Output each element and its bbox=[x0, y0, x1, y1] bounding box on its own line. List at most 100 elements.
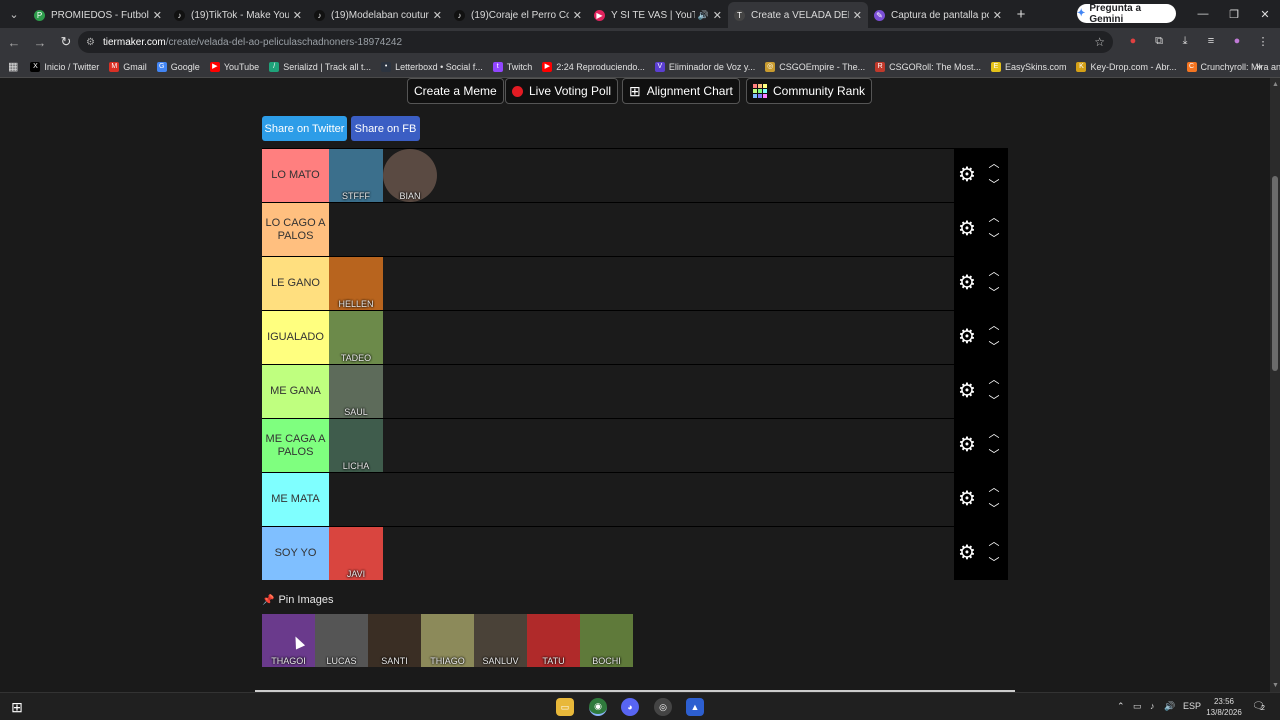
discord-icon[interactable]: ◕ bbox=[621, 698, 639, 716]
tier-items[interactable]: HELLEN bbox=[329, 257, 383, 310]
volume-icon[interactable]: 🔊 bbox=[1164, 701, 1175, 712]
system-clock[interactable]: 23:56 13/8/2026 bbox=[1205, 696, 1243, 718]
download-icon[interactable]: ⤓ bbox=[1177, 33, 1193, 49]
share-twitter-button[interactable]: Share on Twitter bbox=[262, 116, 347, 141]
windows-start-icon[interactable]: ⊞ bbox=[8, 698, 26, 716]
close-window-button[interactable]: ✕ bbox=[1250, 0, 1280, 28]
tier-label[interactable]: LO MATO bbox=[262, 149, 329, 202]
bookmark-item[interactable]: K Key-Drop.com - Abr... bbox=[1076, 61, 1177, 72]
bookmark-star-icon[interactable]: ☆ bbox=[1094, 35, 1105, 49]
bookmark-item[interactable]: ▶ 2:24 Reproduciendo... bbox=[542, 61, 645, 72]
tab-close-icon[interactable]: ✕ bbox=[853, 9, 862, 22]
tier-image[interactable]: HELLEN bbox=[329, 257, 383, 310]
menu-dots-icon[interactable]: ⋮ bbox=[1255, 33, 1271, 49]
tier-image[interactable]: SAUL bbox=[329, 365, 383, 418]
move-down-icon[interactable]: ﹀ bbox=[986, 287, 1002, 299]
tab-close-icon[interactable]: ✕ bbox=[573, 9, 582, 22]
forward-arrow-icon[interactable]: → bbox=[28, 30, 52, 54]
bookmark-item[interactable]: R CSGORoll: The Most... bbox=[875, 61, 981, 72]
move-down-icon[interactable]: ﹀ bbox=[986, 503, 1002, 515]
gear-icon[interactable]: ⚙ bbox=[958, 165, 978, 185]
pool-image[interactable]: BOCHI bbox=[580, 614, 633, 667]
obs-icon[interactable]: ◎ bbox=[654, 698, 672, 716]
tray-chevron-icon[interactable]: ⌃ bbox=[1117, 701, 1125, 712]
browser-tab[interactable]: P PROMIEDOS - Futbol Argentino ✕ bbox=[28, 2, 168, 28]
move-up-icon[interactable]: ︿ bbox=[986, 374, 1002, 386]
profile-avatar-icon[interactable]: ● bbox=[1229, 33, 1245, 49]
pin-images-toggle[interactable]: 📌 Pin Images bbox=[262, 594, 333, 606]
gear-icon[interactable]: ⚙ bbox=[958, 273, 978, 293]
reload-icon[interactable]: ↻ bbox=[54, 30, 78, 54]
tier-label[interactable]: ME CAGA A PALOS bbox=[262, 419, 329, 472]
extension-shield-icon[interactable]: ● bbox=[1125, 33, 1141, 49]
bookmark-item[interactable]: ◎ CSGOEmpire - The... bbox=[765, 61, 865, 72]
pool-image[interactable]: SANTI bbox=[368, 614, 421, 667]
tier-label[interactable]: ME MATA bbox=[262, 473, 329, 526]
pool-image[interactable]: THAGOI bbox=[262, 614, 315, 667]
gear-icon[interactable]: ⚙ bbox=[958, 543, 978, 563]
bookmark-item[interactable]: M Gmail bbox=[109, 61, 147, 72]
move-down-icon[interactable]: ﹀ bbox=[986, 557, 1002, 569]
bookmark-item[interactable]: ▶ YouTube bbox=[209, 61, 259, 72]
tier-label[interactable]: LO CAGO A PALOS bbox=[262, 203, 329, 256]
apps-grid-icon[interactable]: ▦ bbox=[8, 60, 18, 73]
alignment-chart-button[interactable]: ⊞ Alignment Chart bbox=[622, 78, 740, 104]
tier-items[interactable]: STFFF BIAN bbox=[329, 149, 437, 202]
browser-tab[interactable]: ✎ Captura de pantalla por Lens ✕ bbox=[868, 2, 1008, 28]
tier-image[interactable]: BIAN bbox=[383, 149, 437, 202]
bookmark-item[interactable]: / Serializd | Track all t... bbox=[269, 61, 371, 72]
tab-close-icon[interactable]: ✕ bbox=[993, 9, 1002, 22]
browser-tab[interactable]: ▶ Y SI TE VAS | YouTube Music🔊 ✕ bbox=[588, 2, 728, 28]
pool-image[interactable]: SANLUV bbox=[474, 614, 527, 667]
site-info-icon[interactable]: ⚙ bbox=[86, 37, 95, 48]
move-up-icon[interactable]: ︿ bbox=[986, 266, 1002, 278]
gear-icon[interactable]: ⚙ bbox=[958, 219, 978, 239]
move-up-icon[interactable]: ︿ bbox=[986, 212, 1002, 224]
page-scrollbar[interactable]: ▲ ▼ bbox=[1270, 78, 1280, 692]
tier-items[interactable]: JAVI bbox=[329, 527, 383, 580]
tab-close-icon[interactable]: ✕ bbox=[153, 9, 162, 22]
gemini-button[interactable]: ✦ Pregunta a Gemini bbox=[1077, 3, 1176, 25]
media-control-icon[interactable]: ≡ bbox=[1203, 33, 1219, 49]
extensions-puzzle-icon[interactable]: ⧉ bbox=[1151, 33, 1167, 49]
app-icon[interactable]: ▲ bbox=[686, 698, 704, 716]
tab-close-icon[interactable]: ✕ bbox=[713, 9, 722, 22]
browser-tab[interactable]: ♪ (19)Modelaban couture m ✕ bbox=[308, 2, 448, 28]
move-up-icon[interactable]: ︿ bbox=[986, 158, 1002, 170]
move-up-icon[interactable]: ︿ bbox=[986, 536, 1002, 548]
gear-icon[interactable]: ⚙ bbox=[958, 435, 978, 455]
scrollbar-thumb[interactable] bbox=[1272, 176, 1278, 371]
tray-display-icon[interactable]: ▭ bbox=[1133, 701, 1142, 712]
address-bar[interactable]: ⚙ tiermaker.com/create/velada-del-ao-pel… bbox=[78, 31, 1113, 53]
move-up-icon[interactable]: ︿ bbox=[986, 428, 1002, 440]
gear-icon[interactable]: ⚙ bbox=[958, 381, 978, 401]
tier-label[interactable]: ME GANA bbox=[262, 365, 329, 418]
tab-search-chevron-icon[interactable]: ⌄ bbox=[0, 0, 28, 28]
browser-tab[interactable]: ♪ (19)TikTok - Make Your Day ✕ bbox=[168, 2, 308, 28]
share-fb-button[interactable]: Share on FB bbox=[351, 116, 420, 141]
tier-items[interactable]: SAUL bbox=[329, 365, 383, 418]
pool-image[interactable]: TATU bbox=[527, 614, 580, 667]
live-voting-button[interactable]: Live Voting Poll bbox=[505, 78, 619, 104]
create-meme-button[interactable]: Create a Meme bbox=[407, 78, 504, 104]
bookmark-item[interactable]: E EasySkins.com bbox=[990, 61, 1066, 72]
tab-audio-icon[interactable]: 🔊 bbox=[698, 10, 709, 21]
tab-close-icon[interactable]: ✕ bbox=[293, 9, 302, 22]
more-bookmarks-icon[interactable]: » bbox=[1256, 61, 1262, 73]
tier-image[interactable]: JAVI bbox=[329, 527, 383, 580]
move-down-icon[interactable]: ﹀ bbox=[986, 179, 1002, 191]
microphone-icon[interactable]: ♪ bbox=[1150, 701, 1155, 711]
new-tab-button[interactable]: + bbox=[1008, 6, 1034, 23]
browser-tab[interactable]: ♪ (19)Coraje el Perro Cobarde ✕ bbox=[448, 2, 588, 28]
pool-image[interactable]: THIAGO bbox=[421, 614, 474, 667]
gear-icon[interactable]: ⚙ bbox=[958, 327, 978, 347]
tier-label[interactable]: IGUALADO bbox=[262, 311, 329, 364]
move-down-icon[interactable]: ﹀ bbox=[986, 395, 1002, 407]
tier-image[interactable]: TADEO bbox=[329, 311, 383, 364]
tier-label[interactable]: SOY YO bbox=[262, 527, 329, 580]
restore-button[interactable]: ❐ bbox=[1219, 0, 1249, 28]
move-up-icon[interactable]: ︿ bbox=[986, 482, 1002, 494]
gear-icon[interactable]: ⚙ bbox=[958, 489, 978, 509]
tier-image[interactable]: STFFF bbox=[329, 149, 383, 202]
pool-image[interactable]: LUCAS bbox=[315, 614, 368, 667]
